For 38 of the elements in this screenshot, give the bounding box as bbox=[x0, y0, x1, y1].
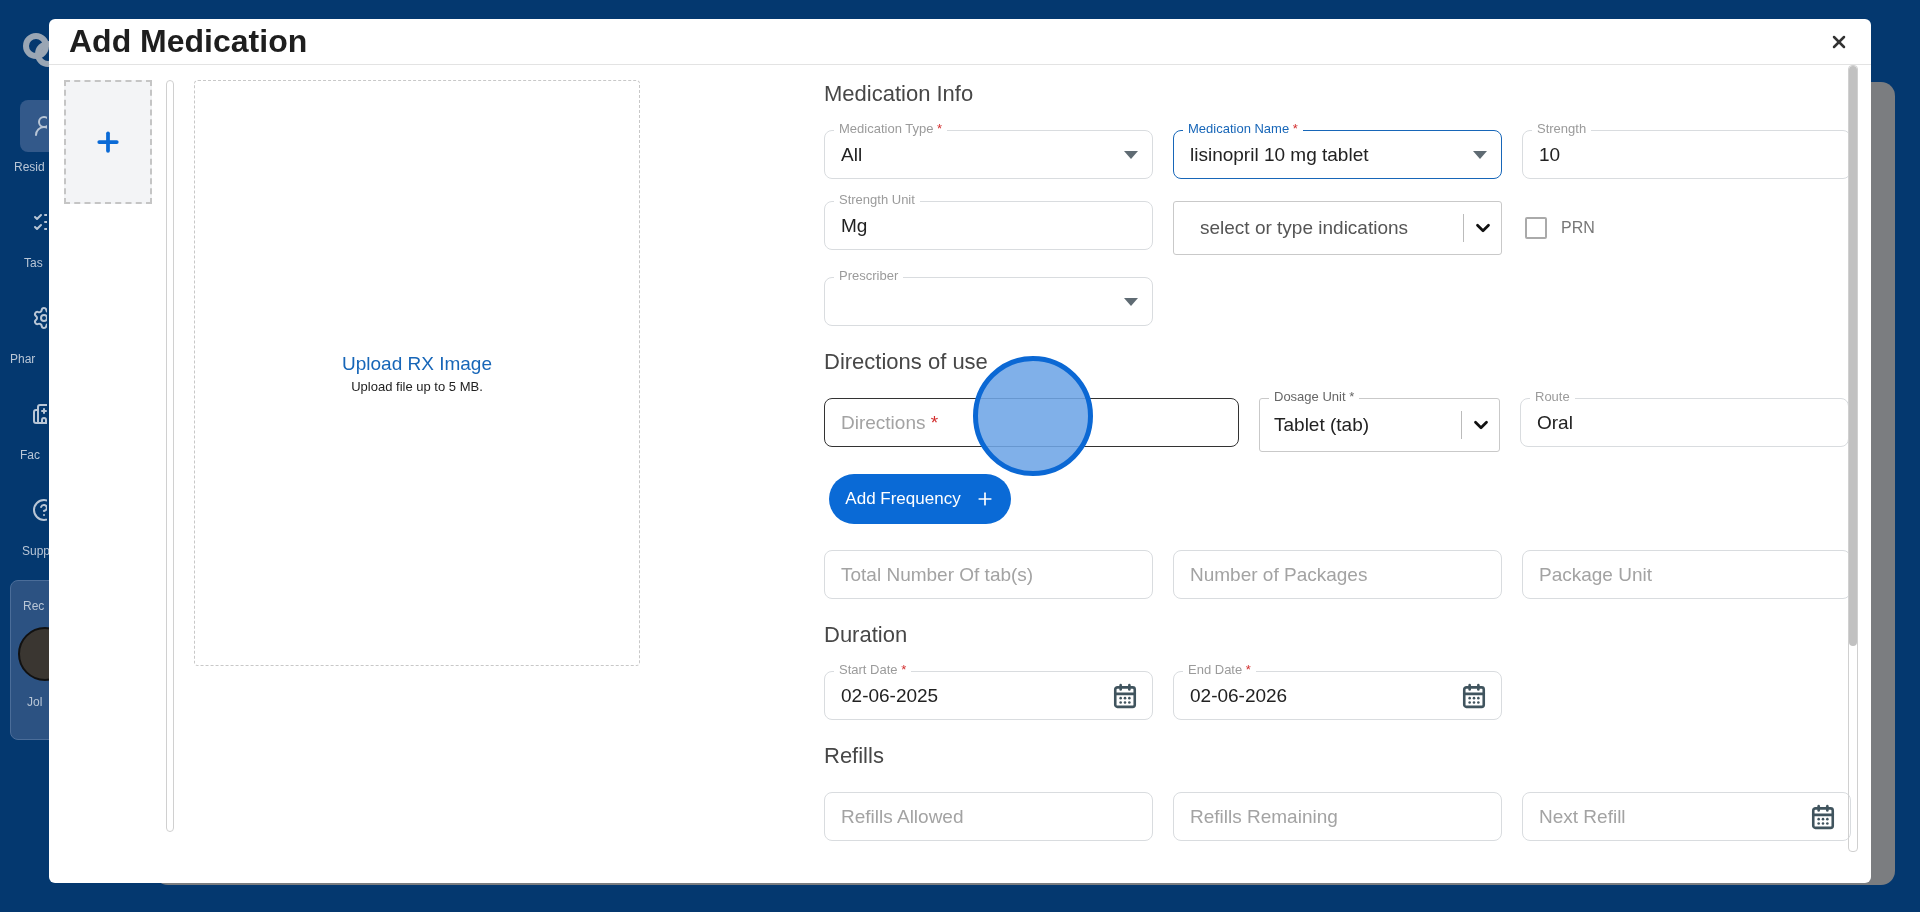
calendar-icon[interactable] bbox=[1810, 803, 1836, 830]
nav-label: Resid bbox=[14, 160, 45, 174]
resident-name: Jol bbox=[27, 695, 43, 709]
field-label: Strength Unit bbox=[834, 192, 920, 207]
scrollbar[interactable] bbox=[1848, 65, 1858, 852]
caret-icon bbox=[1124, 297, 1138, 306]
nav-label: Phar bbox=[10, 352, 36, 366]
checkbox-label: PRN bbox=[1561, 219, 1595, 237]
field-label: Prescriber bbox=[834, 268, 904, 283]
field-label: Start Date * bbox=[834, 662, 912, 677]
field-label: Medication Name * bbox=[1183, 121, 1303, 136]
nav-label: Tas bbox=[24, 256, 43, 270]
field-label: Dosage Unit * bbox=[1269, 389, 1360, 404]
checkbox[interactable] bbox=[1525, 217, 1547, 239]
nav-icon bbox=[31, 306, 47, 330]
section-heading: Duration bbox=[824, 621, 909, 649]
upload-area[interactable]: Upload RX Image Upload file up to 5 MB. bbox=[194, 80, 640, 666]
section-heading: Directions of use bbox=[824, 348, 989, 376]
calendar-icon[interactable] bbox=[1461, 682, 1487, 709]
nav-icon bbox=[31, 498, 47, 522]
upload-note: Upload file up to 5 MB. bbox=[351, 378, 483, 394]
field-label: Medication Type * bbox=[834, 121, 948, 136]
calendar-icon[interactable] bbox=[1112, 682, 1138, 709]
field-label: Route bbox=[1530, 389, 1575, 404]
caret-icon bbox=[1124, 150, 1138, 159]
nav-label: Supp bbox=[22, 544, 51, 558]
recent-title: Rec bbox=[23, 599, 45, 613]
section-heading: Medication Info bbox=[824, 80, 975, 108]
nav-icon bbox=[31, 402, 47, 426]
field-label: End Date * bbox=[1183, 662, 1256, 677]
modal-title: Add Medication bbox=[69, 23, 308, 60]
caret-icon bbox=[1473, 150, 1487, 159]
add-frequency-button[interactable]: Add Frequency bbox=[829, 474, 1011, 524]
section-heading: Refills bbox=[824, 742, 885, 770]
field-label: Strength bbox=[1532, 121, 1592, 136]
nav-label: Fac bbox=[20, 448, 40, 462]
upload-link[interactable]: Upload RX Image bbox=[342, 352, 492, 375]
combo-field[interactable]: select or type indications bbox=[1173, 201, 1502, 255]
